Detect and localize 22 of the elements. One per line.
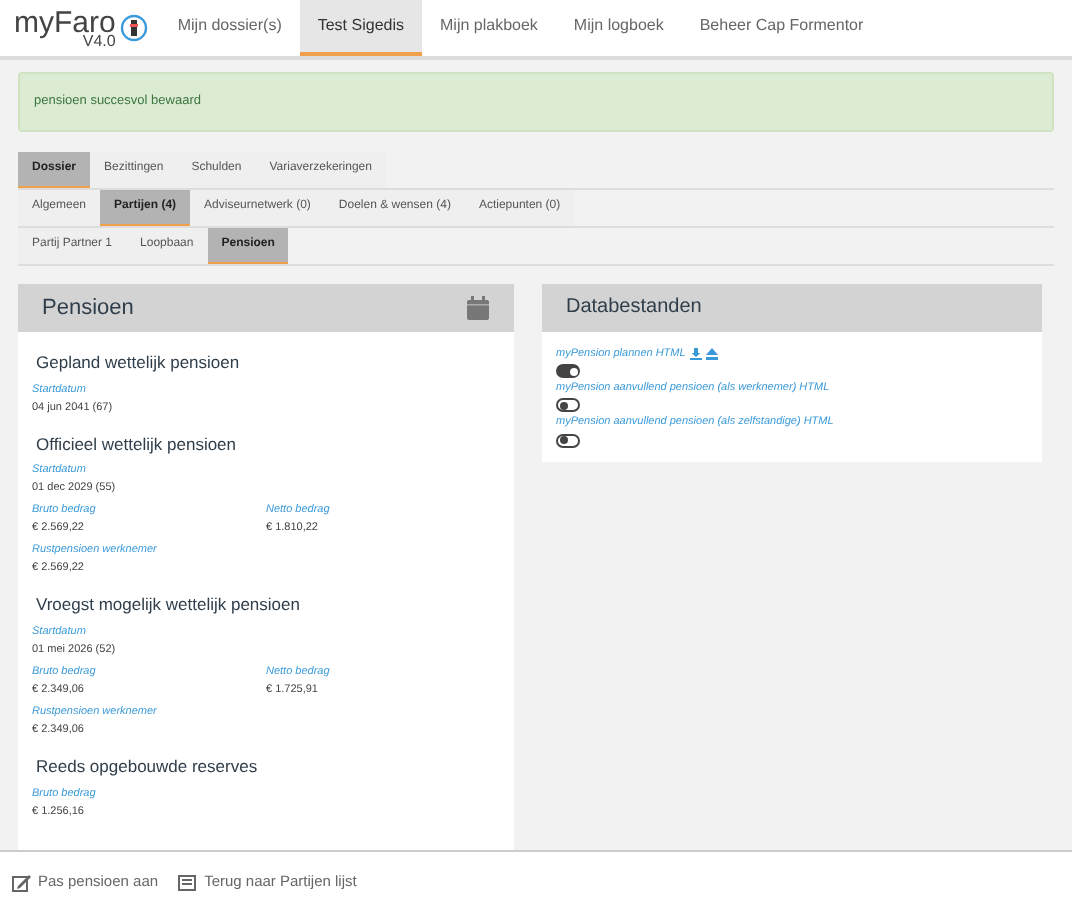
nav-tab[interactable]: Mijn logboek xyxy=(555,0,682,56)
logo-text: myFaro xyxy=(14,7,116,37)
toggle-switch[interactable] xyxy=(556,433,580,447)
panel-title: Databestanden xyxy=(566,294,702,323)
list-icon xyxy=(178,873,199,891)
download-icon[interactable] xyxy=(689,347,702,360)
toggle-switch[interactable] xyxy=(556,398,580,413)
section-title: Officieel wettelijk pensioen xyxy=(34,431,239,457)
calendar-icon[interactable] xyxy=(466,295,490,320)
section-title: Gepland wettelijk pensioen xyxy=(34,349,242,375)
nav-tab[interactable]: Test Sigedis xyxy=(299,0,422,56)
panel-title: Pensioen xyxy=(42,293,134,323)
nav-tab[interactable]: Mijn dossier(s) xyxy=(159,0,300,56)
nav-tab[interactable]: Mijn plakboek xyxy=(422,0,556,56)
edit-icon xyxy=(12,873,32,891)
section-title: Reeds opgebouwde reserves xyxy=(34,754,260,780)
toggle-switch[interactable] xyxy=(556,364,580,378)
lighthouse-icon xyxy=(119,14,148,42)
version-label: V4.0 xyxy=(82,33,116,49)
eject-icon[interactable] xyxy=(705,347,718,360)
nav-tab[interactable]: Beheer Cap Formentor xyxy=(681,0,882,56)
section-title: Vroegst mogelijk wettelijk pensioen xyxy=(34,592,302,618)
